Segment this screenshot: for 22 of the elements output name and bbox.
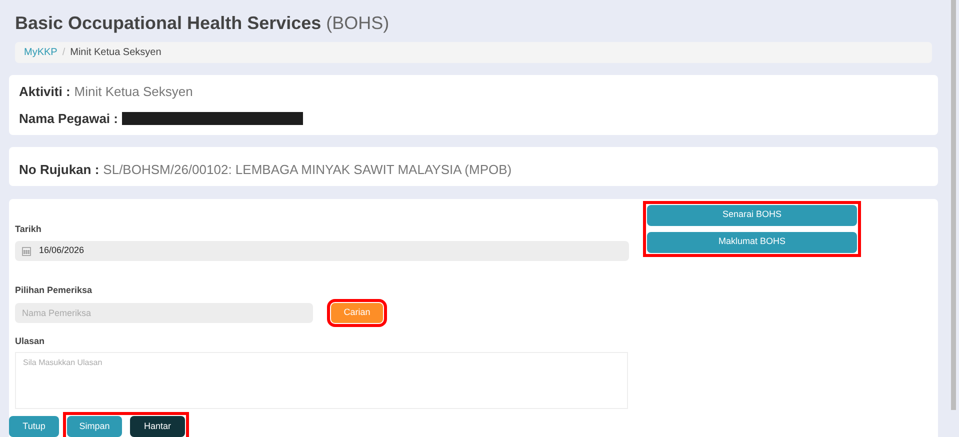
- field-label: Nama Pegawai :: [19, 110, 118, 128]
- breadcrumb-link[interactable]: MyKKP: [24, 45, 58, 60]
- date-field[interactable]: 16/06/2026: [15, 241, 629, 261]
- nav-button[interactable]: Maklumat BOHS: [647, 232, 857, 252]
- page-title: Basic Occupational Health Services (BOHS): [14, 12, 390, 35]
- field-value: SL/BOHSM/26/00102: LEMBAGA MINYAK SAWIT MALAYSIA (MPOB): [103, 161, 512, 180]
- examiner-field[interactable]: Nama Pemeriksa: [15, 302, 313, 322]
- breadcrumb-separator: /: [62, 46, 66, 60]
- field-label: Ulasan: [15, 334, 46, 348]
- close-button[interactable]: Tutup: [9, 416, 59, 437]
- submit-button[interactable]: Hantar: [130, 416, 185, 437]
- field-label: Aktiviti :: [19, 82, 70, 101]
- calendar-icon: [22, 246, 31, 256]
- field-label: No Rujukan :: [19, 161, 100, 180]
- remarks-field[interactable]: Sila Masukkan Ulasan: [15, 352, 628, 409]
- save-button[interactable]: Simpan: [67, 416, 122, 437]
- nav-button[interactable]: Senarai BOHS: [647, 204, 857, 226]
- field-label: Tarikh: [15, 222, 42, 236]
- field-label: Pilihan Pemeriksa: [15, 284, 94, 297]
- breadcrumb-current: Minit Ketua Seksyen: [70, 46, 162, 60]
- search-button[interactable]: Carian: [331, 302, 383, 322]
- field-value: Minit Ketua Seksyen: [74, 82, 193, 101]
